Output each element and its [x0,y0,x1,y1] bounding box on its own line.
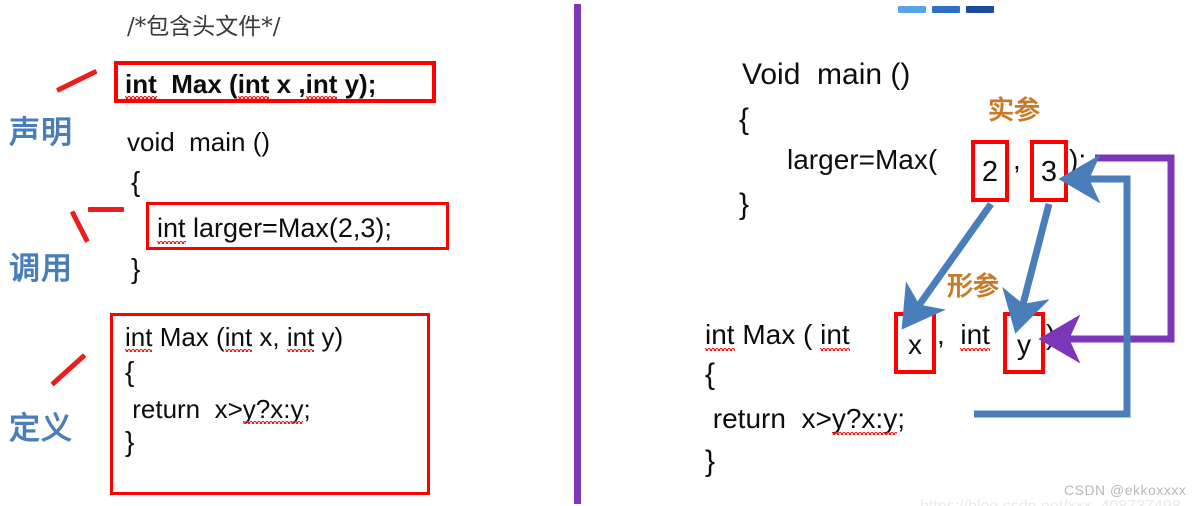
param-x-box: x [894,312,936,374]
definition-line-3: return x>y?x:y; [125,394,311,424]
arg2-value: 3 [1040,156,1058,188]
right-call-comma: , [1013,144,1021,175]
param-x-value: x [908,329,922,360]
top-dash-3 [966,6,994,13]
right-def-suffix: ) [1046,319,1056,350]
left-main-open-brace: { [131,166,141,197]
label-declaration: 声明 [9,115,73,151]
right-main-signature: Void main () [742,58,911,91]
panel-divider [574,4,581,504]
top-dash-1 [898,6,926,13]
right-def-open-brace: { [705,358,716,391]
declaration-code: int Max (int x ,int y); [125,69,377,99]
label-actual-args: 实参 [988,96,1041,126]
left-main-signature: void main () [127,127,271,157]
top-dash-2 [932,6,960,13]
label-call: 调用 [9,251,73,287]
call-pointer-line-horizontal [88,207,124,212]
right-call-suffix: ); [1069,144,1087,175]
definition-line-4: } [125,426,135,457]
declaration-pointer-line [55,68,98,93]
declaration-box: int Max (int x ,int y); [114,61,436,103]
arg2-box: 3 [1030,140,1068,202]
right-def-prefix: int Max ( int [705,319,850,351]
call-code: int larger=Max(2,3); [157,213,392,244]
param-y-value: y [1017,329,1031,360]
arg1-value: 2 [981,156,999,188]
left-main-close-brace: } [131,253,141,284]
arrow-arg2-to-paramy [1002,203,1053,334]
arrow-call-to-definition [1038,154,1175,364]
watermark-csdn: CSDN @ekkoxxxx [1064,482,1187,498]
watermark-url: https://blog.csdn.net/xxx_408737498 [920,498,1181,506]
right-def-close-brace: } [705,445,716,478]
arg1-box: 2 [971,140,1009,202]
slide-canvas: /*包含头文件*/ 声明 int Max (int x ,int y); voi… [0,0,1194,506]
definition-line-1: int Max (int x, int y) [125,322,344,352]
definition-box: int Max (int x, int y) { return x>y?x:y;… [110,313,430,495]
label-formal-params: 形参 [947,272,1000,302]
right-def-return: return x>y?x:y; [705,403,905,435]
label-definition: 定义 [9,411,73,447]
right-def-middle: , int [937,319,990,351]
right-main-open-brace: { [739,103,750,136]
call-pointer-line-diagonal [69,210,90,243]
param-y-box: y [1003,312,1045,374]
right-main-close-brace: } [739,188,750,221]
right-call-prefix: larger=Max( [787,144,938,175]
definition-line-2: { [125,356,135,387]
call-box: int larger=Max(2,3); [146,202,449,250]
header-comment: /*包含头文件*/ [127,14,281,40]
definition-pointer-line [50,353,87,387]
